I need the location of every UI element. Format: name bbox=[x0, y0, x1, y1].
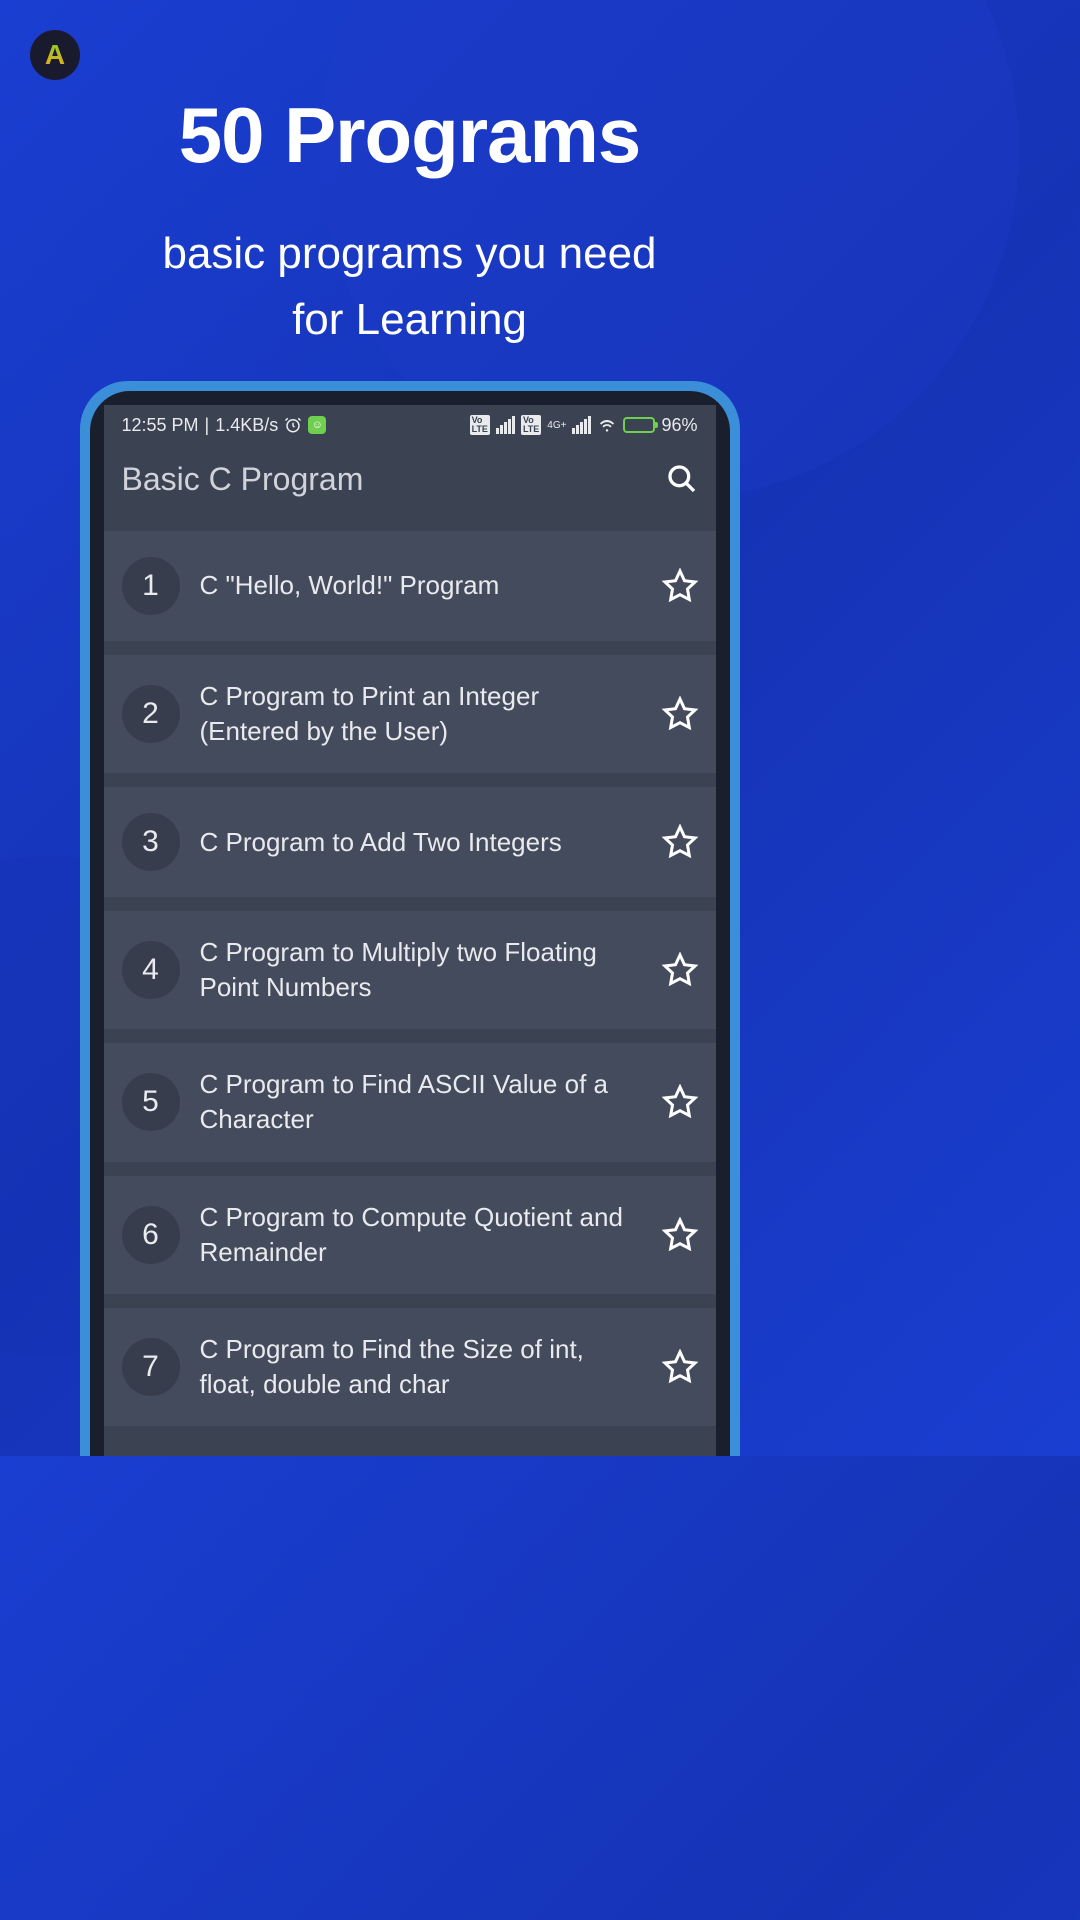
hero-subtitle: basic programs you need for Learning bbox=[0, 221, 819, 353]
item-title: C Program to Find the Size of int, float… bbox=[200, 1332, 642, 1402]
star-icon[interactable] bbox=[662, 568, 698, 604]
item-number-badge: 7 bbox=[122, 1338, 180, 1396]
list-item[interactable]: 2 C Program to Print an Integer (Entered… bbox=[104, 655, 716, 773]
status-right: VoLTE VoLTE 4G+ 96% bbox=[470, 415, 698, 436]
item-number-badge: 2 bbox=[122, 685, 180, 743]
star-icon[interactable] bbox=[662, 1084, 698, 1120]
item-number-badge: 3 bbox=[122, 813, 180, 871]
search-icon[interactable] bbox=[666, 463, 698, 495]
list-item[interactable]: 5 C Program to Find ASCII Value of a Cha… bbox=[104, 1043, 716, 1161]
volte-icon-2: VoLTE bbox=[521, 415, 541, 435]
item-number-badge: 4 bbox=[122, 941, 180, 999]
item-title: C Program to Print an Integer (Entered b… bbox=[200, 679, 642, 749]
phone-mockup: 12:55 PM | 1.4KB/s ☺ VoLTE VoLTE 4G+ bbox=[80, 381, 740, 1456]
wifi-icon bbox=[597, 415, 617, 435]
star-icon[interactable] bbox=[662, 952, 698, 988]
item-title: C "Hello, World!" Program bbox=[200, 568, 642, 603]
item-title: C Program to Compute Quotient and Remain… bbox=[200, 1200, 642, 1270]
item-number-badge: 6 bbox=[122, 1206, 180, 1264]
signal-icon-2 bbox=[572, 416, 591, 434]
item-title: C Program to Multiply two Floating Point… bbox=[200, 935, 642, 1005]
list-item[interactable]: 7 C Program to Find the Size of int, flo… bbox=[104, 1308, 716, 1426]
program-list[interactable]: 1 C "Hello, World!" Program 2 C Program … bbox=[104, 513, 716, 1456]
alarm-icon bbox=[284, 416, 302, 434]
status-time: 12:55 PM bbox=[122, 415, 199, 436]
hero-subtitle-line1: basic programs you need bbox=[162, 229, 656, 278]
phone-screen: 12:55 PM | 1.4KB/s ☺ VoLTE VoLTE 4G+ bbox=[104, 405, 716, 1456]
status-data-rate: 1.4KB/s bbox=[215, 415, 278, 436]
battery-percent: 96% bbox=[661, 415, 697, 436]
list-item[interactable]: 3 C Program to Add Two Integers bbox=[104, 787, 716, 897]
star-icon[interactable] bbox=[662, 1217, 698, 1253]
item-title: C Program to Add Two Integers bbox=[200, 825, 642, 860]
status-bar: 12:55 PM | 1.4KB/s ☺ VoLTE VoLTE 4G+ bbox=[104, 405, 716, 445]
network-type: 4G+ bbox=[547, 420, 566, 431]
list-item[interactable]: 4 C Program to Multiply two Floating Poi… bbox=[104, 911, 716, 1029]
star-icon[interactable] bbox=[662, 824, 698, 860]
list-item[interactable]: 6 C Program to Compute Quotient and Rema… bbox=[104, 1176, 716, 1294]
item-title: C Program to Find ASCII Value of a Chara… bbox=[200, 1067, 642, 1137]
app-indicator-icon: ☺ bbox=[308, 416, 326, 434]
hero-subtitle-line2: for Learning bbox=[292, 295, 527, 344]
app-header: Basic C Program bbox=[104, 445, 716, 513]
list-item[interactable]: 1 C "Hello, World!" Program bbox=[104, 531, 716, 641]
signal-icon bbox=[496, 416, 515, 434]
volte-icon: VoLTE bbox=[470, 415, 490, 435]
hero-title: 50 Programs bbox=[0, 90, 819, 181]
star-icon[interactable] bbox=[662, 696, 698, 732]
battery-icon bbox=[623, 417, 655, 433]
phone-bezel: 12:55 PM | 1.4KB/s ☺ VoLTE VoLTE 4G+ bbox=[90, 391, 730, 1456]
item-number-badge: 1 bbox=[122, 557, 180, 615]
star-icon[interactable] bbox=[662, 1349, 698, 1385]
status-separator: | bbox=[205, 415, 210, 436]
app-title: Basic C Program bbox=[122, 461, 364, 498]
status-left: 12:55 PM | 1.4KB/s ☺ bbox=[122, 415, 327, 436]
item-number-badge: 5 bbox=[122, 1073, 180, 1131]
